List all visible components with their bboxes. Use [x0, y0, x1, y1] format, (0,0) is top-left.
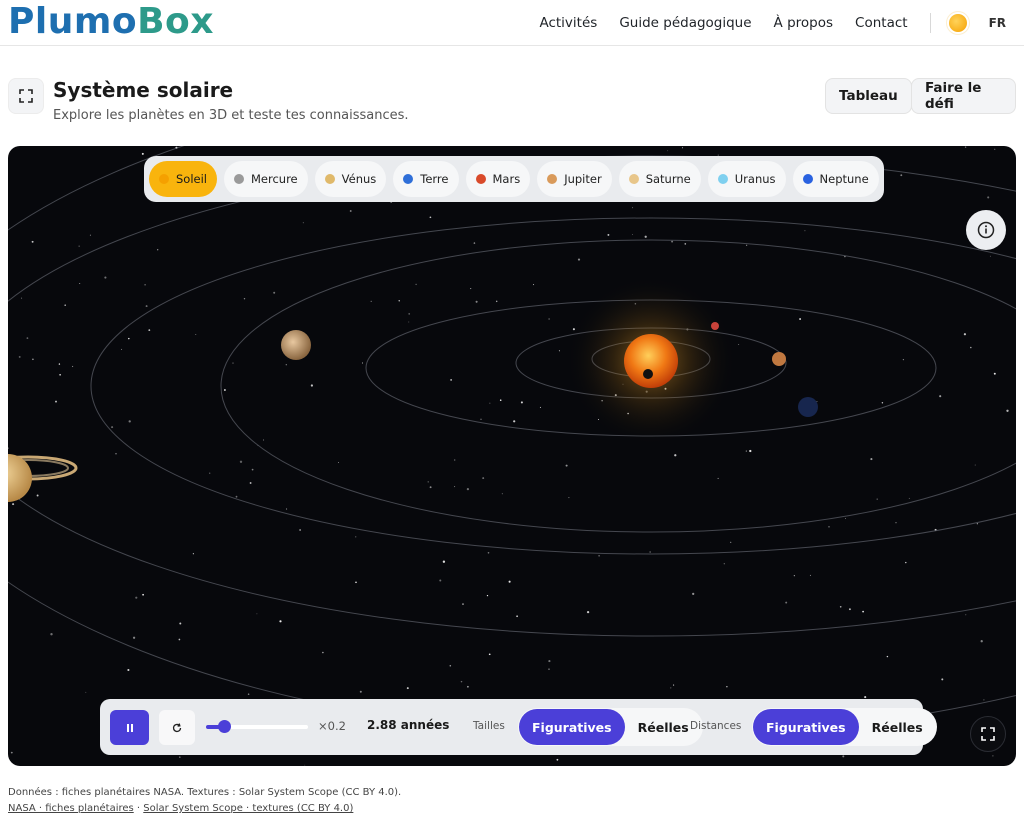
planet-color-dot: [234, 174, 244, 184]
credits-text: Données : fiches planétaires NASA. Textu…: [8, 787, 402, 798]
planet-color-dot: [628, 174, 639, 184]
sizes-label: Tailles: [473, 720, 505, 732]
planet-tab-label: Mars: [492, 172, 521, 186]
credits-separator: ·: [133, 803, 144, 814]
planet-tab-neptune[interactable]: Neptune: [792, 161, 879, 197]
planet-tab-saturne[interactable]: Saturne: [618, 161, 701, 197]
planet-tab-label: Uranus: [734, 172, 776, 186]
elapsed-time: 2.88 années: [367, 718, 450, 732]
space-canvas: [8, 146, 1016, 766]
top-navbar: PlumoBox Activités Guide pédagogique À p…: [0, 0, 1024, 46]
info-icon: [977, 221, 995, 239]
brand-part1: Plumo: [8, 1, 138, 42]
planet-tab-label: Jupiter: [564, 172, 602, 186]
planet-tab-vénus[interactable]: Vénus: [314, 161, 387, 197]
planet-tab-jupiter[interactable]: Jupiter: [537, 161, 612, 197]
star-field: [8, 146, 1009, 766]
jupiter-planet: [281, 330, 311, 360]
planet-selector: Soleil Mercure Vénus Terre Mars Jupiter Saturn…: [144, 156, 884, 202]
nav-a-propos[interactable]: À propos: [774, 15, 833, 31]
simulation-controls: ×0.2 2.88 années Tailles Figuratives Rée…: [100, 699, 937, 755]
distances-toggle: Figuratives Réelles: [752, 708, 937, 746]
brand-part2: Box: [137, 1, 215, 42]
planet-tab-label: Neptune: [819, 172, 869, 186]
reset-button[interactable]: [159, 710, 195, 745]
nav-activites[interactable]: Activités: [539, 15, 597, 31]
planet-tab-label: Mercure: [251, 172, 298, 186]
mars-planet: [711, 322, 719, 330]
planet-tab-mercure[interactable]: Mercure: [224, 161, 308, 197]
language-switch[interactable]: FR: [989, 16, 1006, 30]
solar-system-scope-link[interactable]: Solar System Scope · textures (CC BY 4.0…: [143, 803, 353, 814]
planet-tab-label: Vénus: [341, 172, 377, 186]
sun-planet: [624, 334, 678, 388]
faire-le-defi-button[interactable]: Faire le défi: [911, 78, 1016, 114]
distances-label: Distances: [690, 720, 742, 732]
speed-slider-handle[interactable]: [218, 720, 232, 733]
page-header: Système solaire Explore les planètes en …: [8, 78, 1016, 128]
planet-tab-soleil[interactable]: Soleil: [149, 161, 217, 197]
fullscreen-button[interactable]: [970, 716, 1006, 752]
nasa-link[interactable]: NASA · fiches planétaires: [8, 803, 134, 814]
page-title: Système solaire: [53, 78, 234, 102]
nav-guide[interactable]: Guide pédagogique: [619, 15, 751, 31]
nav-divider: [929, 13, 931, 33]
sizes-toggle: Figuratives Réelles: [518, 708, 703, 746]
sun-icon[interactable]: [948, 14, 967, 32]
info-button[interactable]: [966, 210, 1006, 250]
speed-slider[interactable]: [206, 720, 308, 733]
fullscreen-icon: [981, 727, 995, 741]
solar-system-3d-view[interactable]: Soleil Mercure Vénus Terre Mars Jupiter Saturn…: [8, 146, 1016, 766]
planet-tab-uranus[interactable]: Uranus: [707, 161, 786, 197]
planet-tab-terre[interactable]: Terre: [393, 161, 459, 197]
planet-color-dot: [475, 174, 486, 184]
expand-icon: [19, 89, 33, 103]
distances-reelles-option[interactable]: Réelles: [859, 709, 936, 745]
planet-color-dot: [403, 174, 414, 184]
planet-color-dot: [324, 174, 335, 184]
orbit-lines: [8, 146, 1016, 737]
jupiter-small-planet: [772, 352, 786, 366]
planet-color-dot: [802, 174, 813, 184]
speed-value: ×0.2: [318, 719, 346, 733]
distances-figuratives-option[interactable]: Figuratives: [753, 709, 859, 745]
planet-color-dot: [717, 174, 728, 184]
pause-icon: [126, 723, 133, 732]
page-subtitle: Explore les planètes en 3D et teste tes …: [53, 108, 409, 123]
planet-color-dot: [159, 174, 169, 184]
planet-tab-label: Saturne: [645, 172, 691, 186]
pause-button[interactable]: [110, 710, 149, 745]
reset-icon: [172, 722, 182, 732]
neptune-planet: [798, 397, 818, 417]
brand-logo[interactable]: PlumoBox: [8, 2, 214, 42]
planet-tab-label: Terre: [420, 172, 449, 186]
saturn-planet: [8, 454, 32, 502]
credits-footer: Données : fiches planétaires NASA. Textu…: [8, 785, 401, 817]
main-nav: Activités Guide pédagogique À propos Con…: [539, 0, 1024, 46]
sizes-figuratives-option[interactable]: Figuratives: [519, 709, 625, 745]
nav-contact[interactable]: Contact: [855, 15, 908, 31]
tableau-button[interactable]: Tableau: [825, 78, 912, 114]
planet-tab-mars[interactable]: Mars: [465, 161, 531, 197]
planet-color-dot: [547, 174, 558, 184]
planet-tab-label: Soleil: [176, 172, 207, 186]
expand-button[interactable]: [8, 78, 44, 114]
